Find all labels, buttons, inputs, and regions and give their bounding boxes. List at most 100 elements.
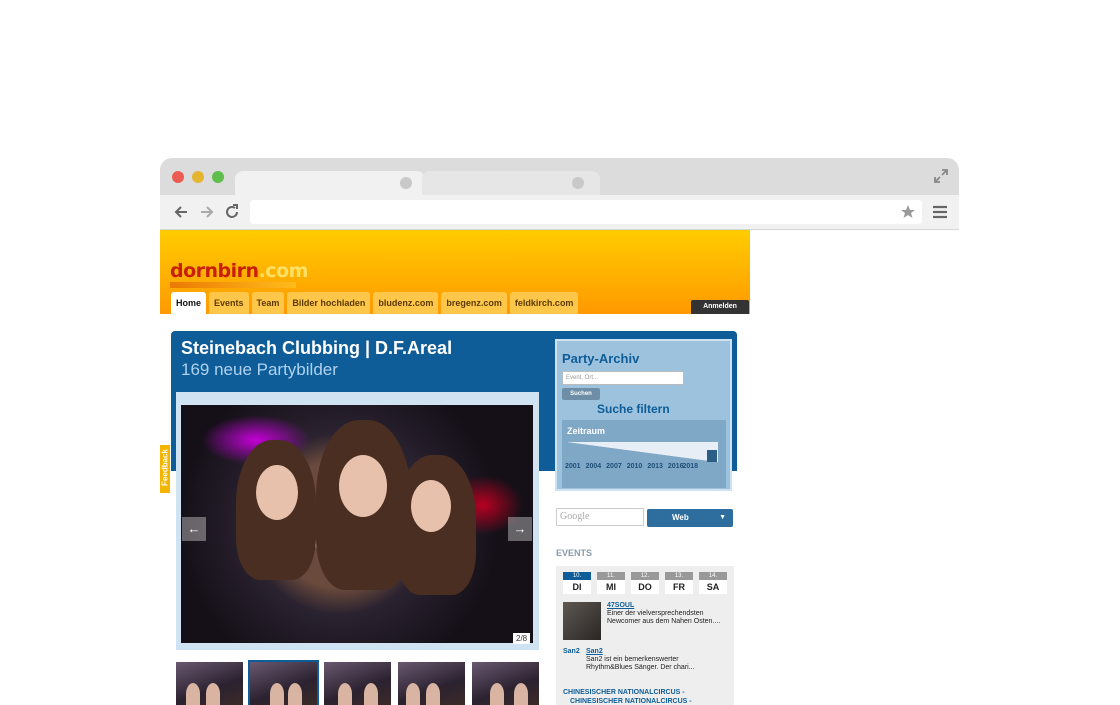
nav-tab-bregenz[interactable]: bregenz.com [441, 292, 507, 314]
thumb-figure [364, 683, 378, 705]
day-number: 14. [699, 572, 727, 580]
event-prefix[interactable]: San2 [563, 648, 580, 656]
browser-tab-active[interactable] [235, 171, 425, 195]
nav-tab-events[interactable]: Events [209, 292, 249, 314]
maximize-window-button[interactable] [212, 171, 224, 183]
events-heading: EVENTS [556, 548, 593, 558]
year-label: 2010 [626, 463, 643, 470]
year-label: 2001 [565, 463, 581, 470]
browser-tab-inactive[interactable] [422, 171, 600, 195]
gallery-subtitle: 169 neue Partybilder [181, 360, 338, 379]
web-search-button[interactable]: Web ▼ [647, 509, 733, 527]
gallery-photo[interactable] [181, 405, 533, 643]
caret-down-icon[interactable]: ▼ [719, 509, 726, 527]
archive-title: Party-Archiv [562, 351, 640, 366]
previous-photo-arrow[interactable]: ← [182, 517, 206, 541]
event-text: 47SOUL Einer der vielversprechendsten Ne… [607, 602, 731, 626]
time-range-track[interactable] [568, 442, 718, 462]
photo-counter: 2/8 [513, 633, 531, 644]
thumbnail[interactable] [398, 662, 465, 705]
reload-icon[interactable] [223, 203, 241, 221]
feedback-tab[interactable]: Feedback [160, 445, 170, 493]
day-number: 11. [597, 572, 625, 580]
day-name: DO [638, 582, 652, 592]
thumb-figure [270, 683, 284, 705]
day-tab[interactable]: 14. SA [699, 572, 727, 594]
day-selector: 10. DI 11. MI 12. DO 13. FR 14. SA [563, 572, 727, 594]
day-name: MI [606, 582, 616, 592]
thumbnail[interactable] [472, 662, 539, 705]
thumbnail-selected[interactable] [248, 660, 319, 705]
thumb-figure [490, 683, 504, 705]
event-item[interactable]: San2 San2 San2 ist ein bemerkenswerter R… [563, 648, 733, 678]
gallery-title[interactable]: Steinebach Clubbing | D.F.Areal [181, 338, 452, 359]
thumb-figure [514, 683, 528, 705]
browser-window: dornbirn.com Home Events Team Bilder hoc… [160, 158, 959, 705]
browser-toolbar [160, 195, 959, 230]
event-thumbnail[interactable] [563, 602, 601, 640]
close-window-button[interactable] [172, 171, 184, 183]
event-description: Einer der vielversprechendsten Newcomer … [607, 610, 721, 625]
forward-arrow-icon[interactable] [198, 203, 216, 221]
site-logo[interactable]: dornbirn.com [170, 260, 308, 282]
nav-tab-upload[interactable]: Bilder hochladen [287, 292, 371, 314]
time-range-slider: Zeitraum 2001 2004 2007 2010 2013 2016 2… [562, 420, 726, 488]
year-label: 2018 [682, 463, 699, 470]
thumb-figure [426, 683, 440, 705]
expand-icon[interactable] [933, 168, 949, 184]
time-range-handle[interactable] [707, 450, 717, 462]
main-navigation: Home Events Team Bilder hochladen bluden… [171, 292, 579, 314]
day-name: SA [706, 582, 720, 592]
photo-face [411, 480, 451, 532]
year-label: 2016 [667, 463, 684, 470]
day-number: 12. [631, 572, 659, 580]
nav-tab-team[interactable]: Team [251, 292, 285, 314]
minimize-window-button[interactable] [192, 171, 204, 183]
year-label: 2013 [647, 463, 663, 470]
thumb-figure [338, 683, 352, 705]
event-title[interactable]: 47SOUL [607, 602, 731, 610]
event-title[interactable]: San2 [586, 648, 710, 656]
web-page: dornbirn.com Home Events Team Bilder hoc… [160, 230, 959, 705]
event-item[interactable]: CHINESISCHER NATIONALCIRCUS - CHINESISCH… [563, 688, 733, 705]
address-bar[interactable] [250, 200, 922, 224]
tab-close-icon[interactable] [572, 177, 584, 189]
bookmark-star-icon[interactable] [900, 204, 916, 220]
nav-tab-bludenz[interactable]: bludenz.com [373, 292, 439, 314]
party-archive-panel: Party-Archiv Event, Ort... Suchen Suche … [555, 339, 732, 491]
hamburger-menu-icon[interactable] [931, 204, 949, 220]
thumb-figure [206, 683, 220, 705]
google-search-input[interactable]: Google [556, 508, 644, 526]
thumbnail[interactable] [324, 662, 391, 705]
events-panel: 10. DI 11. MI 12. DO 13. FR 14. SA 47SOUL Ein… [556, 566, 734, 705]
year-label: 2007 [606, 463, 622, 470]
year-label: 2004 [585, 463, 602, 470]
event-item[interactable]: 47SOUL Einer der vielversprechendsten Ne… [563, 602, 733, 642]
thumb-figure [186, 683, 200, 705]
archive-search-button[interactable]: Suchen [562, 388, 600, 400]
login-button[interactable]: Anmelden [691, 300, 749, 314]
filter-search-link[interactable]: Suche filtern [597, 402, 670, 416]
next-photo-arrow[interactable]: → [508, 517, 532, 541]
day-tab[interactable]: 11. MI [597, 572, 625, 594]
back-arrow-icon[interactable] [172, 203, 190, 221]
event-description: San2 ist ein bemerkenswerter Rhythm&Blue… [586, 656, 695, 671]
nav-tab-feldkirch[interactable]: feldkirch.com [509, 292, 579, 314]
day-tab[interactable]: 13. FR [665, 572, 693, 594]
archive-search-input[interactable]: Event, Ort... [562, 371, 684, 385]
nav-tab-home[interactable]: Home [171, 292, 207, 314]
tab-close-icon[interactable] [400, 177, 412, 189]
day-tab[interactable]: 10. DI [563, 572, 591, 594]
tab-bar [160, 158, 959, 195]
event-text: San2 San2 ist ein bemerkenswerter Rhythm… [586, 648, 710, 672]
web-button-label: Web [672, 513, 689, 522]
event-title[interactable]: CHINESISCHER NATIONALCIRCUS - [563, 689, 685, 696]
day-number: 10. [563, 572, 591, 580]
day-tab[interactable]: 12. DO [631, 572, 659, 594]
feedback-label: Feedback [160, 449, 170, 486]
photo-face [256, 465, 298, 520]
thumbnail[interactable] [176, 662, 243, 705]
photo-face [339, 455, 387, 517]
event-subtitle: CHINESISCHER NATIONALCIRCUS - [570, 698, 692, 705]
logo-reflection [170, 282, 296, 288]
